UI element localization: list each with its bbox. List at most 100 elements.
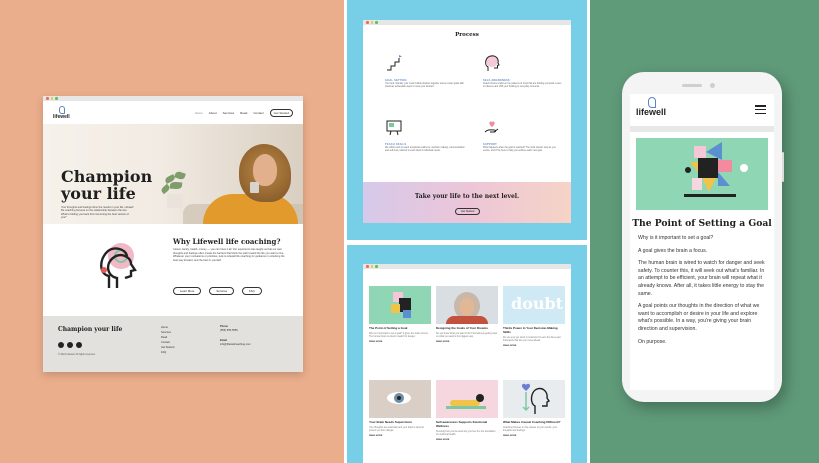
card-text: Do you ever get stuck in indecision? Lea… [503,336,561,342]
article-paragraph: Why is it important to set a goal? [638,235,714,241]
get-started-button[interactable]: Get Started [269,108,293,117]
mobile-logo[interactable]: lifewell [636,97,666,117]
step-text: We utilize tools to teach emotional resi… [385,147,465,153]
card-text: Do you know what you want in life? Somet… [436,332,498,338]
doubt-thumbnail: doubt [503,286,565,324]
email-label: Email [220,339,227,342]
article-paragraph: On purpose. [638,338,667,345]
phone-side-button [782,152,784,182]
cta-band: Take your life to the next level. Get St… [363,182,571,223]
why-title: Why Lifewell life coaching? [173,237,281,246]
phone-label: Phone [220,325,228,328]
card-title: Self-awareness Supports Emotional Wellne… [436,420,488,428]
desktop-homepage-mockup: lifewell Home About Services Read Contac… [43,96,303,372]
card-text: Knowing how you feel and why you feel it… [436,430,496,436]
logo-text: lifewell [636,107,667,117]
step-text: Your and I identify your most fruitful p… [385,83,464,89]
step-label: GOAL SETTING [385,79,407,82]
instagram-icon[interactable] [67,342,73,348]
card-title: Your Brain Needs Supervision [369,420,412,424]
heart-hand-icon [484,121,499,133]
site-header: lifewell Home About Services Read Contac… [43,101,303,124]
social-icons [58,342,82,348]
eye-closeup-thumbnail [369,380,431,418]
mug [250,182,259,193]
nav-read[interactable]: Read [240,111,247,115]
head-heart-thumbnail [503,380,565,418]
facebook-icon[interactable] [58,342,64,348]
footer-title: Champion your life [58,326,123,333]
main-nav: Home About Services Read Contact Get Sta… [195,108,293,117]
blog-card[interactable]: What Makes Causal Coaching Different? Co… [503,380,565,437]
read-more-link[interactable]: READ MORE [369,435,431,437]
browser-chrome [363,20,571,25]
copyright: © 2021 Lifewell. All rights reserved. [58,353,96,356]
article-body: Why is it important to set a goal? A goa… [638,235,770,351]
heads-illustration [100,243,137,288]
card-title: Thirds Power in Your Decision-Making Ski… [503,326,558,334]
cta-get-started-button[interactable]: Get Started [455,208,481,215]
article-headline: The Point of Setting a Goal [632,218,772,229]
phone-camera [710,83,715,88]
process-page-mockup: Process GOAL SETTING Your and I identify… [363,20,571,223]
blog-card[interactable]: Designing the Goals of Your Dreams Do yo… [436,286,498,343]
head-icon [485,55,500,71]
site-logo[interactable]: lifewell [53,105,70,120]
blog-card[interactable]: Your Brain Needs Supervision Your though… [369,380,431,437]
email-value[interactable]: info@lifewellcoaching.com [220,343,251,347]
mobile-phone-mockup: lifewell The Point of Setting a Goal Why… [622,72,784,402]
browser-chrome [363,264,571,269]
hamburger-menu-icon[interactable] [755,105,766,116]
phone-speaker [682,84,702,87]
site-footer: Champion your life © 2021 Lifewell. All … [43,316,303,372]
read-more-link[interactable]: READ MORE [436,341,498,343]
nav-contact[interactable]: Contact [253,111,263,115]
footer-links: Home Services Read Contact Get Started F… [161,325,174,355]
logo-text: lifewell [53,113,70,120]
step-text: What happens when the goal is reached? T… [483,147,556,153]
step-label: SUPPORT [483,143,497,146]
hero-section: Champion your life Your thoughts and fee… [43,124,303,224]
linkedin-icon[interactable] [76,342,82,348]
step-text: Coach shines a light on the patterns of … [483,83,562,89]
blog-card[interactable]: The Point of Setting a Goal Why is it im… [369,286,431,343]
blog-grid-mockup: The Point of Setting a Goal Why is it im… [363,264,571,463]
read-more-link[interactable]: READ MORE [503,345,565,347]
hero-body: Your thoughts and feelings drive the res… [61,206,134,220]
stairs-icon [387,55,402,71]
card-title: What Makes Causal Coaching Different? [503,420,561,424]
faq-button[interactable]: FAQ [242,287,262,295]
card-title: The Point of Setting a Goal [369,326,408,330]
article-hero-illustration [636,138,768,210]
article-paragraph: The human brain is wired to watch for da… [638,260,765,297]
card-text: Why is it important to set a goal? It gi… [369,332,429,338]
blog-card[interactable]: doubt Thirds Power in Your Decision-Maki… [503,286,565,347]
read-more-link[interactable]: READ MORE [369,341,431,343]
geometric-art-thumbnail [369,286,431,324]
nav-home[interactable]: Home [195,111,203,115]
read-more-link[interactable]: READ MORE [436,439,498,441]
nav-services[interactable]: Services [223,111,235,115]
why-buttons: Learn More Services FAQ [173,287,262,295]
mobile-screen: lifewell The Point of Setting a Goal Why… [630,94,774,390]
header-divider [630,126,774,132]
nav-about[interactable]: About [209,111,217,115]
step-goal-setting: GOAL SETTING Your and I identify your mo… [385,54,465,89]
footer-contact: Phone (555) 555-5555 Email info@lifewell… [220,325,251,347]
services-button[interactable]: Services [209,287,235,295]
step-teach-skills: TEACH SKILLS We utilize tools to teach e… [385,118,465,153]
card-title: Designing the Goals of Your Dreams [436,326,488,330]
blog-card[interactable]: Self-awareness Supports Emotional Wellne… [436,380,498,441]
hero-title: Champion your life [61,167,153,203]
step-support: SUPPORT What happens when the goal is re… [483,118,563,153]
reclining-figure-thumbnail [436,380,498,418]
step-self-awareness: SELF-AWARENESS Coach shines a light on t… [483,54,563,89]
read-more-link[interactable]: READ MORE [503,435,565,437]
card-text: Your thoughts are automatic and your bra… [369,426,424,432]
phone-value[interactable]: (555) 555-5555 [220,329,251,333]
smiling-woman-thumbnail [436,286,498,324]
article-paragraph: A goal points our thoughts in the direct… [638,303,760,332]
learn-more-button[interactable]: Learn More [173,287,202,295]
cta-title: Take your life to the next level. [414,193,520,200]
footer-link[interactable]: FAQ [161,350,174,355]
